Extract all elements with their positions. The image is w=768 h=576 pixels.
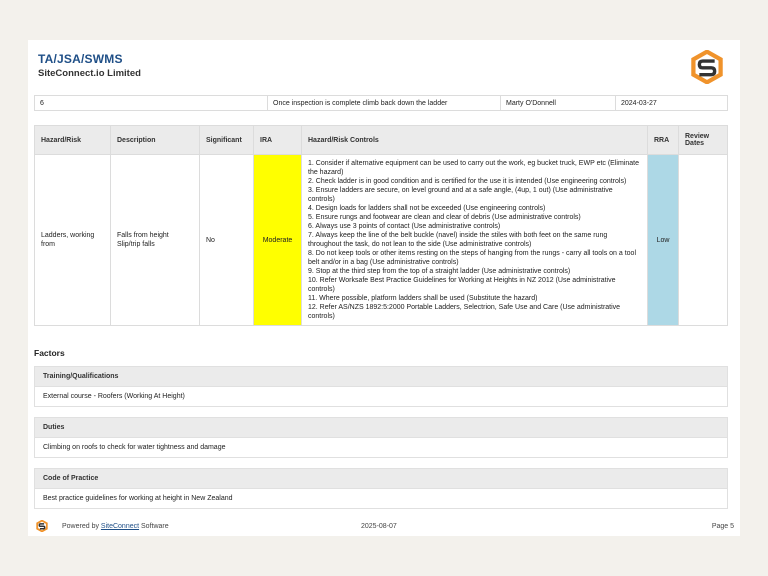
column-header-description: Description xyxy=(110,125,200,155)
column-header-hazard: Hazard/Risk xyxy=(34,125,111,155)
significant-cell: No xyxy=(199,154,254,326)
control-item: 12. Refer AS/NZS 1892:5:2000 Portable La… xyxy=(308,304,621,320)
control-item: 10. Refer Worksafe Best Practice Guideli… xyxy=(308,277,616,293)
control-item: 9. Stop at the third step from the top o… xyxy=(308,268,571,275)
control-item: 6. Always use 3 points of contact (Use a… xyxy=(308,223,501,230)
factor-duties: Duties Climbing on roofs to check for wa… xyxy=(34,417,728,458)
review-dates-cell xyxy=(678,154,728,326)
table-row: Ladders, working from Falls from height … xyxy=(34,154,728,326)
factor-value: External course - Roofers (Working At He… xyxy=(34,387,728,407)
control-item: 2. Check ladder is in good condition and… xyxy=(308,178,627,185)
column-header-controls: Hazard/Risk Controls xyxy=(301,125,648,155)
page-number: Page 5 xyxy=(711,523,734,530)
factor-code-of-practice: Code of Practice Best practice guideline… xyxy=(34,468,728,509)
step-date: 2024-03-27 xyxy=(615,95,728,111)
control-item: 3. Ensure ladders are secure, on level g… xyxy=(308,187,613,203)
ira-rating-cell: Moderate xyxy=(253,154,302,326)
factor-value: Best practice guidelines for working at … xyxy=(34,489,728,509)
rra-rating-cell: Low xyxy=(647,154,679,326)
factor-title: Code of Practice xyxy=(34,468,728,489)
factor-value: Climbing on roofs to check for water tig… xyxy=(34,438,728,458)
factor-title: Training/Qualifications xyxy=(34,366,728,387)
control-item: 1. Consider if alternative equipment can… xyxy=(308,160,639,176)
column-header-ira: IRA xyxy=(253,125,302,155)
document-page: TA/JSA/SWMS SiteConnect.io Limited 6 Onc… xyxy=(28,40,740,536)
step-number: 6 xyxy=(34,95,268,111)
factor-training: Training/Qualifications External course … xyxy=(34,366,728,407)
column-header-significant: Significant xyxy=(199,125,254,155)
footer-date: 2025-08-07 xyxy=(361,523,397,530)
factor-title: Duties xyxy=(34,417,728,438)
company-name: SiteConnect.io Limited xyxy=(38,68,141,79)
description-cell: Falls from height Slip/trip falls xyxy=(110,154,200,326)
job-step-row-table: 6 Once inspection is complete climb back… xyxy=(34,95,728,111)
hazard-risk-table: Hazard/Risk Description Significant IRA … xyxy=(34,125,728,326)
factors-heading: Factors xyxy=(34,348,65,358)
powered-prefix: Powered by xyxy=(62,523,101,530)
column-header-rra: RRA xyxy=(647,125,679,155)
powered-suffix: Software xyxy=(139,523,169,530)
siteconnect-logo-icon xyxy=(691,50,723,84)
control-item: 4. Design loads for ladders shall not be… xyxy=(308,205,546,212)
control-item: 5. Ensure rungs and footwear are clean a… xyxy=(308,214,581,221)
controls-cell: 1. Consider if alternative equipment can… xyxy=(301,154,648,326)
document-header: TA/JSA/SWMS SiteConnect.io Limited xyxy=(38,52,141,79)
control-item: 11. Where possible, platform ladders sha… xyxy=(308,295,538,302)
hazard-cell: Ladders, working from xyxy=(34,154,111,326)
column-header-review-dates: Review Dates xyxy=(678,125,728,155)
control-item: 8. Do not keep tools or other items rest… xyxy=(308,250,637,266)
step-person: Marty O'Donnell xyxy=(500,95,616,111)
siteconnect-link[interactable]: SiteConnect xyxy=(101,523,139,530)
step-description: Once inspection is complete climb back d… xyxy=(267,95,501,111)
hazard-table-header-row: Hazard/Risk Description Significant IRA … xyxy=(34,125,728,155)
control-item: 7. Always keep the line of the belt buck… xyxy=(308,232,608,248)
job-step-row: 6 Once inspection is complete climb back… xyxy=(34,95,728,111)
page-footer: Powered by SiteConnect Software 2025-08-… xyxy=(28,514,740,536)
document-title: TA/JSA/SWMS xyxy=(38,52,123,66)
powered-by-text: Powered by SiteConnect Software xyxy=(62,523,169,530)
siteconnect-footer-logo-icon xyxy=(36,520,48,532)
